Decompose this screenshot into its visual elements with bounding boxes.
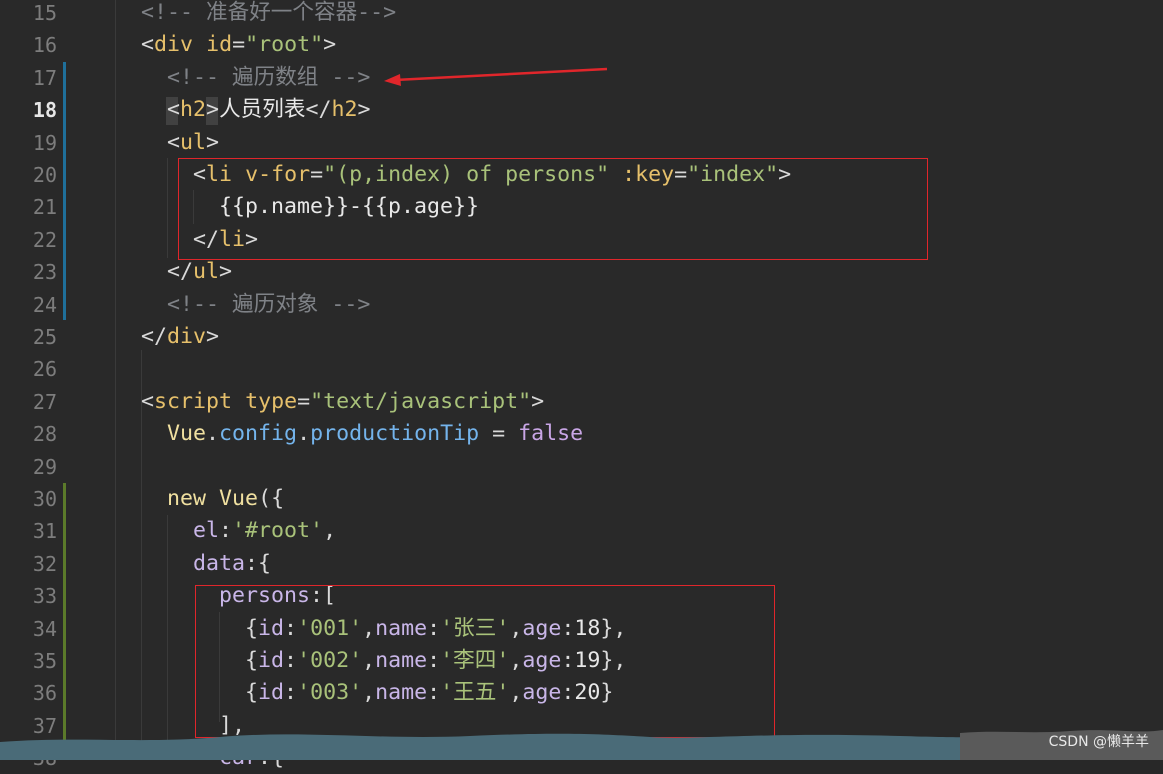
video-overlay-band: CSDN @懒羊羊: [0, 728, 1163, 760]
code-editor[interactable]: 15 <!-- 准备好一个容器--> 16 <div id="root"> 17 <…: [0, 0, 1163, 770]
annotation-arrow: [384, 67, 608, 86]
watermark: CSDN @懒羊羊: [1048, 734, 1149, 750]
